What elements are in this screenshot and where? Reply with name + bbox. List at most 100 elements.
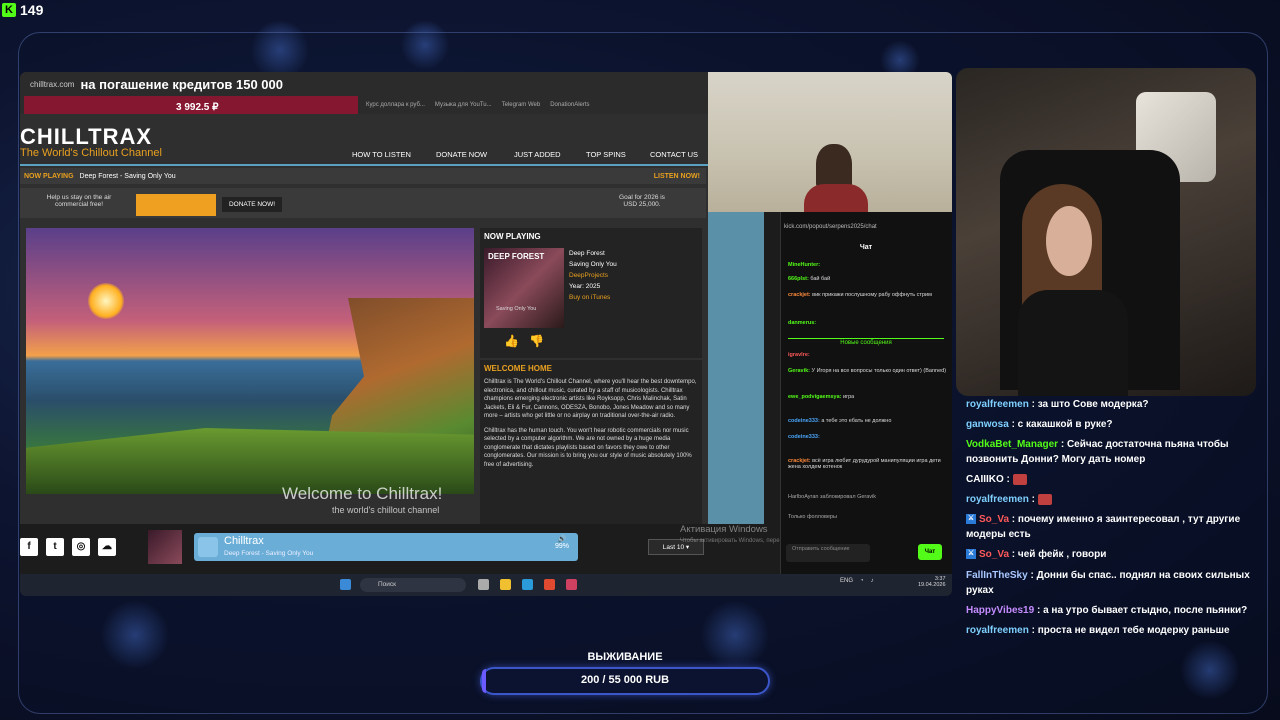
chat-username[interactable]: CAIIIKO [966, 474, 1004, 485]
now-playing-bar: NOW PLAYING Deep Forest - Saving Only Yo… [20, 168, 706, 184]
streamer-torso [1018, 290, 1128, 396]
track-year: Year: 2025 [569, 283, 601, 290]
edge-icon[interactable] [522, 579, 533, 590]
play-pause-button[interactable] [198, 537, 218, 557]
survival-goal-value: 200 / 55 000 RUB [580, 674, 670, 686]
chat-text: : а на утро бывает стыдно, после пьянки? [1034, 605, 1248, 616]
system-tray: ENG ◔ ♪ [840, 578, 874, 584]
windows-start-icon[interactable] [340, 579, 351, 590]
popout-chat-input[interactable]: Отправить сообщение [786, 544, 870, 562]
wifi-icon[interactable]: ◔ [860, 578, 864, 584]
clock-date: 19.04.2026 [918, 582, 946, 588]
welcome-home-text: Chilltrax is The World's Chillout Channe… [484, 378, 698, 469]
now-playing-panel-title: NOW PLAYING [484, 232, 541, 241]
language-indicator[interactable]: ENG [840, 578, 853, 584]
track-info: Deep Forest Saving Only You DeepProjects… [569, 248, 617, 303]
popout-send-button[interactable]: Чат [918, 544, 942, 560]
kick-logo-icon: K [2, 3, 16, 17]
chat-username[interactable]: So_Va [979, 514, 1009, 525]
twitter-icon[interactable]: t [46, 538, 64, 556]
rating-buttons: 👍 👎 [504, 334, 544, 348]
soundcloud-icon[interactable]: ☁ [98, 538, 116, 556]
new-messages-divider: Новые сообщения [788, 338, 944, 346]
chat-message: ganwosa : с какашкой в руке? [966, 417, 1256, 432]
popout-message: MineHunter: [788, 262, 821, 268]
track-artist: Deep Forest [569, 250, 605, 257]
taskbar-clock[interactable]: 3:37 19.04.2026 [918, 576, 946, 588]
bookmark-item[interactable]: Музыка для YouTu... [435, 102, 492, 108]
volume-icon[interactable]: ♪ [871, 578, 874, 584]
welcome-home-title: WELCOME HOME [484, 364, 552, 373]
chat-username[interactable]: royalfreemen [966, 494, 1029, 505]
hero-image [26, 228, 474, 494]
chat-text: : проста не видел тебе модерку раньше [1028, 625, 1230, 636]
bookmark-item[interactable]: Telegram Web [502, 102, 541, 108]
chat-username[interactable]: royalfreemen [966, 399, 1029, 410]
chat-text: : чей фейк , говори [1009, 549, 1107, 560]
chat-username[interactable]: FallInTheSky [966, 570, 1028, 581]
chat-username[interactable]: VodkaBet_Manager [966, 439, 1058, 450]
track-label[interactable]: DeepProjects [569, 270, 617, 281]
chat-text: : с какашкой в руке? [1008, 419, 1113, 430]
chat-username[interactable]: HappyVibes19 [966, 605, 1034, 616]
chat-username[interactable]: So_Va [979, 549, 1009, 560]
chat-message: CAIIIKO : [966, 472, 1256, 487]
chat-message: FallInTheSky : Донни бы спас.. поднял на… [966, 568, 1256, 598]
popout-message: Geravik: У Игоря на все вопросы только о… [788, 368, 947, 374]
listen-now-link[interactable]: LISTEN NOW! [654, 173, 700, 180]
home-paragraph: Chilltrax has the human touch. You won't… [484, 427, 692, 468]
streamer-head [816, 144, 852, 188]
nav-contact-us[interactable]: CONTACT US [650, 150, 698, 159]
bookmark-item[interactable]: Курс доллара к руб... [366, 102, 425, 108]
browser-url[interactable]: chilltrax.com [30, 80, 74, 89]
chat-username[interactable]: royalfreemen [966, 625, 1029, 636]
chrome-icon[interactable] [544, 579, 555, 590]
file-explorer-icon[interactable] [500, 579, 511, 590]
chat-text: : [1003, 474, 1013, 485]
taskbar-search[interactable]: Поиск [360, 578, 466, 592]
now-playing-track: Deep Forest - Saving Only You [79, 172, 176, 180]
buy-itunes-link[interactable]: Buy on iTunes [569, 292, 617, 303]
followers-only-indicator: Только фолловеры [788, 514, 837, 520]
popout-message: 666plst: бай бай [788, 276, 831, 282]
nav-just-added[interactable]: JUST ADDED [514, 150, 561, 159]
app-icon[interactable] [566, 579, 577, 590]
chat-message: royalfreemen : за што Сове модерка? [966, 397, 1256, 412]
goal-text: Goal for 2026 is USD 25,000. [619, 194, 665, 208]
cover-subtitle: Saving Only You [496, 306, 537, 312]
chat-username[interactable]: ganwosa [966, 419, 1009, 430]
chat-text: : за што Сове модерка? [1028, 399, 1149, 410]
bookmark-item[interactable]: DonationAlerts [550, 102, 589, 108]
popout-system-message: HarlboAyran заблокировал Geravik [788, 494, 877, 500]
popout-message: ewe_podvigaemsya: игра [788, 394, 855, 400]
chat-message: royalfreemen : проста не видел тебе моде… [966, 623, 1256, 638]
thumbs-up-icon[interactable]: 👍 [504, 334, 519, 348]
volume-control[interactable]: 🔊 99% [550, 535, 574, 550]
streamer-webcam [708, 72, 952, 212]
windows-activation-title: Активация Windows [680, 524, 768, 535]
nav-top-spins[interactable]: TOP SPINS [586, 150, 626, 159]
popout-title: Чат [859, 244, 873, 251]
moderator-badge-icon: ⚔ [966, 514, 976, 525]
chat-message: royalfreemen : [966, 492, 1256, 507]
facebook-icon[interactable]: f [20, 538, 38, 556]
chat-emote [1037, 493, 1052, 505]
chat-message: ⚔ So_Va : чей фейк , говори [966, 547, 1256, 562]
thumbs-down-icon[interactable]: 👎 [529, 334, 544, 348]
instagram-icon[interactable]: ◎ [72, 538, 90, 556]
popout-message: crackjet: вик прикажи послушному рабу оф… [788, 292, 932, 298]
popout-message: crackjet: всё игра любит дурудурой манип… [788, 458, 941, 470]
task-view-icon[interactable] [478, 579, 489, 590]
hero-title: Welcome to Chilltrax! [282, 484, 443, 503]
nav-donate-now[interactable]: DONATE NOW [436, 150, 487, 159]
popout-message: codeine333: [788, 434, 820, 440]
streamer-body [804, 184, 868, 212]
site-tagline: The World's Chillout Channel [20, 147, 162, 159]
popout-url: kick.com/popout/serpens2025/chat [784, 224, 877, 230]
nav-how-to-listen[interactable]: HOW TO LISTEN [352, 150, 411, 159]
sun-graphic [88, 283, 124, 319]
donation-amount: 3 992.5 ₽ [176, 102, 219, 113]
moderator-badge-icon: ⚔ [966, 549, 976, 560]
donate-now-button[interactable]: DONATE NOW! [222, 197, 282, 212]
browser-address-bar[interactable]: chilltrax.com на погашение кредитов 150 … [20, 72, 708, 96]
